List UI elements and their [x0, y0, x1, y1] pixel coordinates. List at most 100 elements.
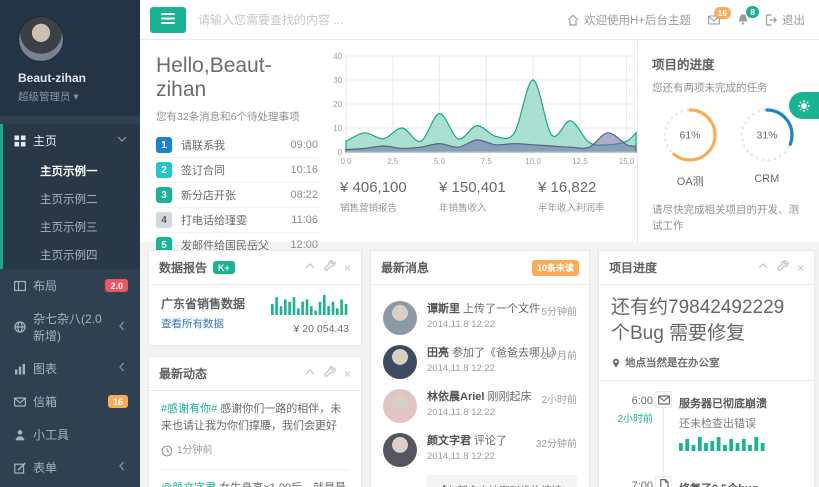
feed-header: 最新动态 × — [149, 357, 361, 391]
close-button[interactable]: × — [344, 367, 351, 381]
wrench-button[interactable] — [324, 260, 336, 275]
messages-panel: 最新消息 10条未读 谭斯里 上传了一个文件2014.11.8 12:225分钟… — [370, 250, 590, 487]
chart-section: 0102030400.02.55.07.510.012.515.0 ¥ 406,… — [330, 50, 637, 242]
sidebar-item-6[interactable]: 表单 — [0, 451, 140, 484]
data-report-title: 数据报告 — [159, 259, 207, 276]
panel-tools: × — [304, 366, 351, 381]
task-number: 1 — [156, 137, 172, 153]
report-region: 广东省销售数据 — [161, 295, 245, 312]
message-sender: 田亮 — [427, 347, 449, 359]
search-input[interactable] — [198, 13, 498, 27]
chevron-up-icon — [757, 260, 769, 272]
collapse-button[interactable] — [304, 260, 316, 275]
bottom-panels: 数据报告K+ × 广东省销售数据 查看所有数据 ¥ 20 054.43 — [140, 242, 819, 487]
sidebar-subitem-0-1[interactable]: 主页示例二 — [3, 185, 140, 213]
task-number: 3 — [156, 187, 172, 203]
location-text: 地点当然是在办公室 — [625, 355, 720, 370]
notifications-button[interactable]: 8 — [737, 13, 749, 26]
bell-badge: 8 — [746, 6, 759, 18]
map-pin-icon — [611, 357, 621, 369]
message-row-1[interactable]: 田亮 参加了《爸爸去哪儿》2014.11.8 12:222个月前 — [383, 339, 577, 383]
timeline-time: 6:00 — [611, 395, 653, 407]
message-date: 2014.11.8 12:22 — [427, 319, 577, 330]
user-role-label: 超级管理员 — [18, 91, 71, 103]
wrench-button[interactable] — [324, 366, 336, 381]
sidebar-item-label: 杂七杂八(2.0新增) — [33, 310, 109, 344]
sidebar-item-label: 主页 — [33, 132, 57, 149]
logout-icon — [765, 14, 777, 26]
sidebar-group-0: 主页主页示例一主页示例二主页示例三主页示例四 — [0, 124, 140, 269]
sidebar-item-4[interactable]: 信箱16 — [0, 385, 140, 418]
chevron-down-icon: ▾ — [73, 91, 78, 103]
avatar[interactable] — [18, 16, 64, 62]
data-report-header: 数据报告 K+ × — [149, 251, 361, 285]
collapse-button[interactable] — [757, 260, 769, 275]
wrench-icon — [324, 260, 336, 272]
home-icon — [567, 14, 579, 26]
sidebar-item-label: 图表 — [33, 360, 57, 377]
project-overview-title: 项目的进度 — [652, 54, 805, 73]
feed-tag-link[interactable]: #感谢有你# — [161, 403, 217, 415]
mail-badge: 16 — [714, 7, 731, 19]
data-report-badge: K+ — [213, 261, 235, 274]
sidebar-subitem-0-0[interactable]: 主页示例一 — [3, 157, 140, 185]
close-button[interactable]: × — [344, 261, 351, 275]
task-row-0[interactable]: 1请联系我09:00 — [156, 133, 318, 158]
message-date: 2014.11.8 12:22 — [427, 363, 577, 374]
user-role-dropdown[interactable]: 超级管理员 ▾ — [18, 89, 130, 104]
logout-button[interactable]: 退出 — [765, 12, 805, 28]
stat-0: ¥ 406,100销售营销报告 — [340, 179, 439, 214]
divider — [599, 380, 814, 381]
message-date: 2014.11.8 12:22 — [427, 451, 577, 462]
message-action: 上传了一个文件 — [460, 303, 540, 315]
menu-toggle-button[interactable] — [150, 7, 186, 33]
svg-text:40: 40 — [333, 52, 342, 61]
sidebar-item-2[interactable]: 杂七杂八(2.0新增) — [0, 302, 140, 352]
stat-label: 销售营销报告 — [340, 200, 439, 214]
stat-label: 年销售收入 — [439, 200, 538, 214]
sidebar-item-5[interactable]: 小工具 — [0, 418, 140, 451]
message-row-2[interactable]: 林依晨Ariel 刚刚起床2014.11.8 12:222小时前 — [383, 383, 577, 427]
project-overview-note: 请尽快完成相关项目的开发、测试工作 — [652, 203, 805, 235]
theme-settings-button[interactable] — [789, 92, 819, 119]
feed-item-1: @颜文字君 女生身高×1.09后，就是最适合你的男生身高；相反，男生是÷1.09… — [161, 470, 349, 487]
sidebar-nav: 主页主页示例一主页示例二主页示例三主页示例四布局2.0 杂七杂八(2.0新增) 图表… — [0, 124, 140, 487]
wrench-button[interactable] — [777, 260, 789, 275]
sidebar-subitem-0-3[interactable]: 主页示例四 — [3, 241, 140, 269]
logout-label: 退出 — [782, 12, 805, 28]
topbar-right: 欢迎使用H+后台主题 16 8 退出 — [567, 12, 819, 28]
bar-chart-icon — [14, 363, 26, 375]
message-row-3[interactable]: 颜文字君 评论了2014.11.8 12:2232分钟前 — [383, 427, 577, 471]
task-row-1[interactable]: 2签订合同10:16 — [156, 158, 318, 183]
message-sender: 颜文字君 — [427, 435, 471, 447]
sidebar-subitem-0-2[interactable]: 主页示例三 — [3, 213, 140, 241]
message-ago: 2个月前 — [541, 347, 577, 362]
chevron-left-icon — [116, 361, 128, 376]
svg-text:7.5: 7.5 — [481, 157, 493, 166]
svg-text:15.0: 15.0 — [619, 157, 635, 166]
messages-button[interactable]: 16 — [707, 14, 721, 26]
feed-timestamp: 1分钟前 — [161, 443, 349, 459]
task-row-2[interactable]: 3新分店开张08:22 — [156, 183, 318, 208]
columns-icon — [14, 280, 26, 292]
welcome-link[interactable]: 欢迎使用H+后台主题 — [567, 12, 691, 28]
svg-text:10.0: 10.0 — [525, 157, 541, 166]
task-row-3[interactable]: 4打电话给瑾雯11:06 — [156, 208, 318, 233]
sidebar-item-1[interactable]: 布局2.0 — [0, 269, 140, 302]
collapse-button[interactable] — [304, 366, 316, 381]
task-time: 08:22 — [290, 189, 318, 201]
sidebar-item-0[interactable]: 主页 — [3, 124, 140, 157]
message-row-0[interactable]: 谭斯里 上传了一个文件2014.11.8 12:225分钟前 — [383, 295, 577, 339]
project-detail-body: 还有约79842492229个Bug 需要修复 地点当然是在办公室 6:002小… — [599, 285, 814, 487]
stat-value: ¥ 16,822 — [538, 179, 637, 196]
view-all-data-link[interactable]: 查看所有数据 — [161, 316, 224, 331]
message-sender: 林依晨Ariel — [427, 391, 484, 403]
feed-tag-link[interactable]: @颜文字君 — [161, 482, 216, 487]
close-button[interactable]: × — [797, 261, 804, 275]
panel-tools: × — [304, 260, 351, 275]
gauge-1: 31%CRM — [729, 107, 806, 189]
sidebar-item-3[interactable]: 图表 — [0, 352, 140, 385]
file-icon — [655, 476, 672, 487]
message-ago: 32分钟前 — [536, 435, 577, 450]
user-icon — [14, 429, 26, 441]
